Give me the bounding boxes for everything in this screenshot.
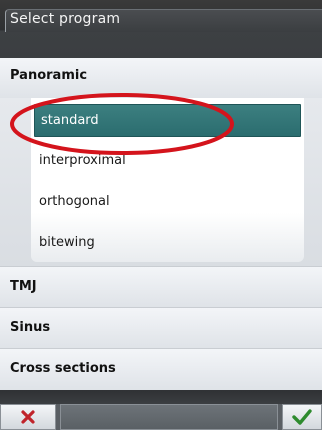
footer-bar <box>0 404 322 430</box>
group-header-panoramic[interactable]: Panoramic <box>0 58 322 98</box>
checkmark-icon <box>292 408 312 426</box>
program-item-standard[interactable]: standard <box>34 104 301 137</box>
group-label: Sinus <box>10 320 51 335</box>
title-bar: Select program <box>0 0 322 58</box>
group-label: Panoramic <box>10 68 88 83</box>
footer-separator <box>0 390 322 404</box>
cancel-button[interactable] <box>0 404 56 430</box>
dialog-title: Select program <box>10 11 121 27</box>
group-header-tmj[interactable]: TMJ <box>0 266 322 307</box>
program-item-interproximal[interactable]: interproximal <box>31 144 304 178</box>
program-item-label: standard <box>41 113 99 128</box>
program-item-label: orthogonal <box>39 194 110 209</box>
group-header-sinus[interactable]: Sinus <box>0 307 322 348</box>
footer-empty-slot <box>60 404 278 430</box>
confirm-button[interactable] <box>282 404 322 430</box>
group-label: Cross sections <box>10 361 116 376</box>
group-label: TMJ <box>10 279 37 294</box>
program-selection-dialog: Select program Panoramic standard interp… <box>0 0 322 430</box>
panoramic-program-list-area: standard interproximal orthogonal bitewi… <box>0 98 322 266</box>
group-header-cross-sections[interactable]: Cross sections <box>0 348 322 390</box>
program-item-label: interproximal <box>39 153 126 168</box>
program-item-label: bitewing <box>39 235 95 250</box>
program-item-orthogonal[interactable]: orthogonal <box>31 185 304 219</box>
program-item-bitewing[interactable]: bitewing <box>31 226 304 260</box>
panoramic-program-list: standard interproximal orthogonal bitewi… <box>31 98 304 262</box>
close-icon <box>20 409 36 425</box>
